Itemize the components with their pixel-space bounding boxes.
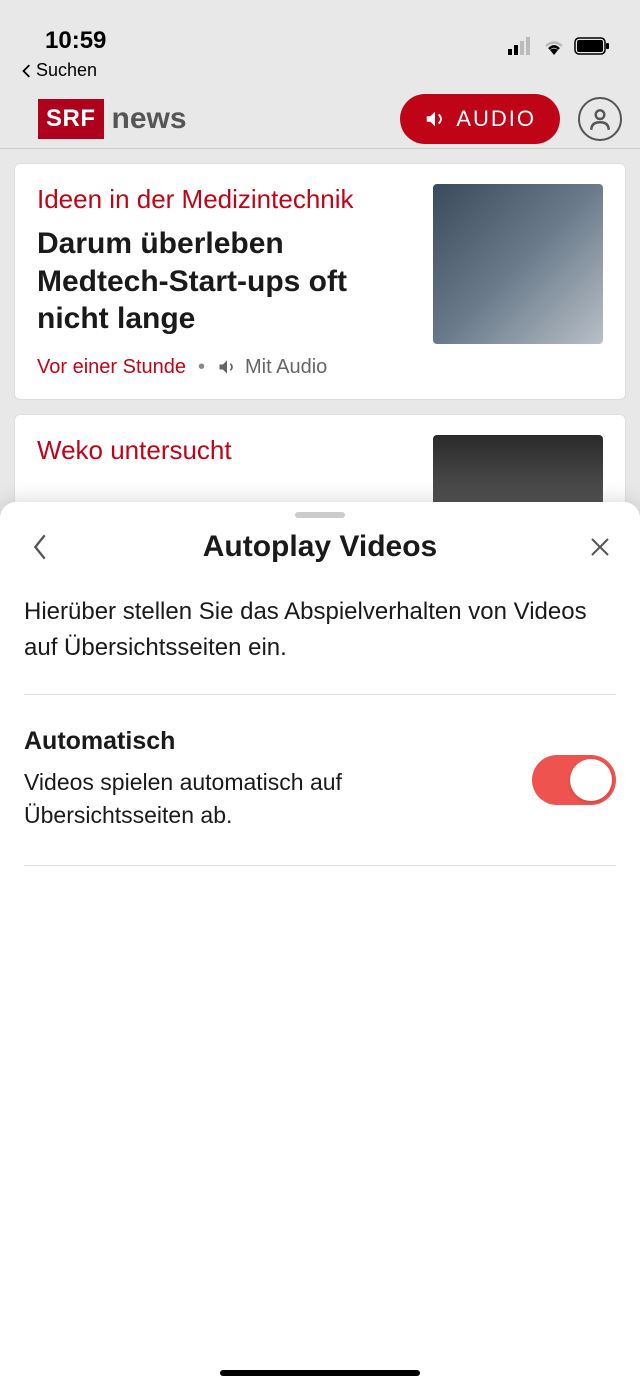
autoplay-toggle[interactable]	[532, 755, 616, 805]
battery-icon	[574, 37, 610, 55]
audio-button[interactable]: AUDIO	[400, 94, 560, 144]
person-icon	[587, 106, 613, 132]
sheet-title: Autoplay Videos	[203, 530, 438, 564]
article-headline: Darum überleben Medtech-Start-ups oft ni…	[37, 225, 413, 338]
back-to-search[interactable]: Suchen	[0, 60, 640, 89]
meta-separator: •	[198, 356, 205, 379]
status-time: 10:59	[45, 27, 106, 55]
home-indicator[interactable]	[220, 1370, 420, 1376]
close-icon	[588, 535, 612, 559]
setting-description: Videos spielen automatisch auf Übersicht…	[24, 766, 512, 833]
status-bar: 10:59	[0, 0, 640, 60]
speaker-icon	[424, 108, 446, 130]
sheet-close-button[interactable]	[584, 531, 616, 563]
article-meta: Vor einer Stunde • Mit Audio	[37, 356, 413, 379]
wifi-icon	[542, 37, 566, 55]
article-kicker: Ideen in der Medizintechnik	[37, 184, 413, 215]
app-logo[interactable]: SRF news	[38, 99, 187, 139]
article-audio-badge: Mit Audio	[217, 356, 327, 379]
profile-button[interactable]	[578, 97, 622, 141]
article-thumbnail	[433, 435, 603, 505]
article-time: Vor einer Stunde	[37, 356, 186, 379]
back-label: Suchen	[36, 60, 97, 81]
logo-box: SRF	[38, 99, 104, 139]
app-header: SRF news AUDIO	[0, 89, 640, 149]
settings-sheet: Autoplay Videos Hierüber stellen Sie das…	[0, 502, 640, 1386]
logo-text: news	[112, 102, 187, 136]
back-caret-icon	[20, 64, 34, 78]
news-card[interactable]: Weko untersucht	[14, 414, 626, 514]
article-thumbnail	[433, 184, 603, 344]
divider	[24, 865, 616, 866]
speaker-small-icon	[217, 357, 237, 377]
sheet-back-button[interactable]	[24, 531, 56, 563]
cellular-icon	[508, 37, 534, 55]
toggle-knob	[570, 759, 612, 801]
news-feed: Ideen in der Medizintechnik Darum überle…	[0, 149, 640, 542]
article-kicker: Weko untersucht	[37, 435, 413, 466]
status-icons	[508, 37, 610, 55]
news-card[interactable]: Ideen in der Medizintechnik Darum überle…	[14, 163, 626, 400]
autoplay-setting-row: Automatisch Videos spielen automatisch a…	[0, 695, 640, 865]
sheet-description: Hierüber stellen Sie das Abspielverhalte…	[0, 594, 640, 694]
audio-button-label: AUDIO	[456, 106, 536, 132]
setting-label: Automatisch	[24, 727, 512, 756]
chevron-left-icon	[30, 533, 50, 561]
